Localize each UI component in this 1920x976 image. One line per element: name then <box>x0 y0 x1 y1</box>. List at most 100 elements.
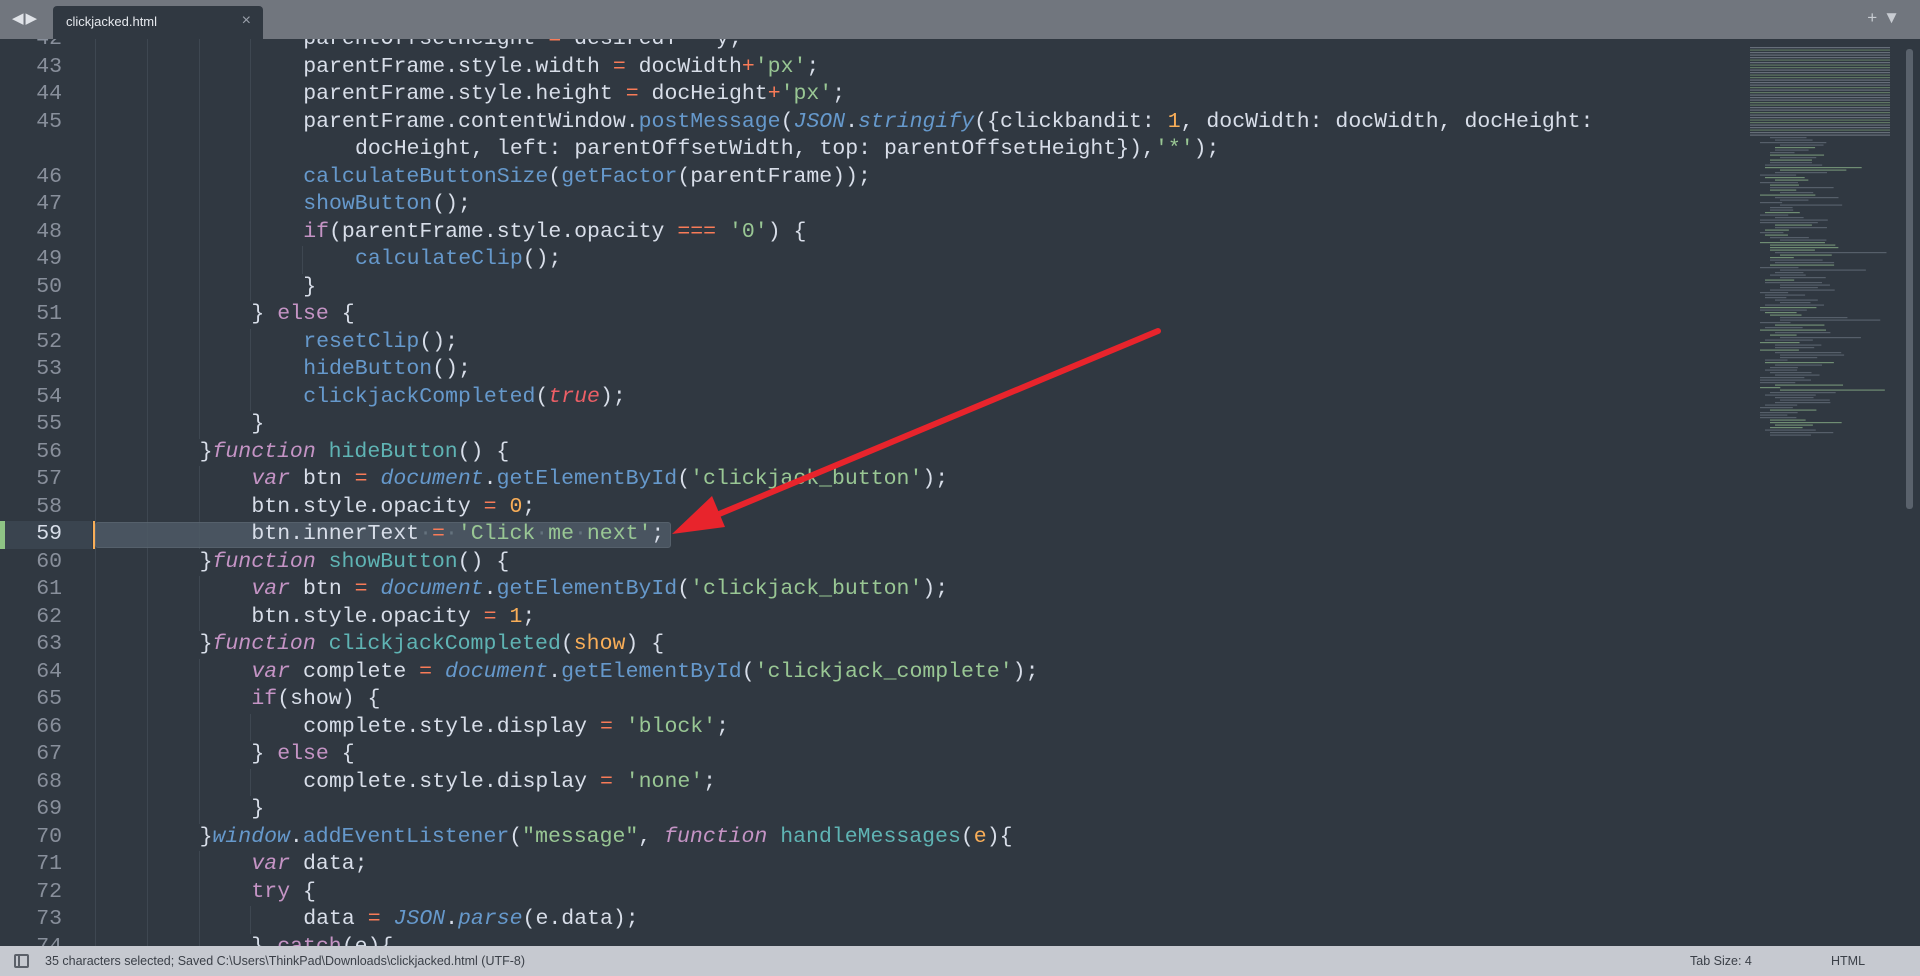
indent-guide <box>250 191 252 219</box>
indent-guide <box>146 851 148 879</box>
code-line[interactable]: 71 var data; <box>0 851 1740 879</box>
indent-guide <box>146 713 148 741</box>
code-line[interactable]: 56}function hideButton() { <box>0 438 1740 466</box>
syntax-indicator[interactable]: HTML <box>1831 954 1865 968</box>
minimap-line <box>1770 244 1836 246</box>
minimap-line <box>1775 364 1823 366</box>
minimap-line <box>1750 82 1890 84</box>
nav-forward-icon[interactable]: ▶ <box>26 10 40 27</box>
code-token: parentFrame.style.width <box>303 54 613 79</box>
panel-toggle-icon[interactable] <box>14 954 29 968</box>
tab-size-indicator[interactable]: Tab Size: 4 <box>1690 954 1752 968</box>
code-line[interactable]: docHeight, left: parentOffsetWidth, top:… <box>0 136 1740 164</box>
code-token: } <box>251 302 278 326</box>
indent-guide <box>146 878 148 906</box>
code-line[interactable]: 59 btn.innerText·=·'Click·me·next'; <box>0 521 1740 549</box>
indent-guide <box>198 686 200 714</box>
code-token: else <box>277 742 329 766</box>
code-line[interactable]: 43 parentFrame.style.width = docWidth+'px… <box>0 53 1740 81</box>
indent-guide <box>95 136 96 164</box>
code-line[interactable]: 70}window.addEventListener("message", fu… <box>0 823 1740 852</box>
code-line[interactable]: 58 btn.style.opacity = 0; <box>0 493 1740 521</box>
code-line[interactable]: 68 complete.style.display = 'none'; <box>0 768 1740 796</box>
line-number: 60 <box>36 549 62 574</box>
new-tab-icon[interactable]: + <box>1867 8 1883 27</box>
code-token: } <box>251 412 265 436</box>
minimap-line <box>1780 389 1885 391</box>
code-line[interactable]: 48 if(parentFrame.style.opacity === '0') … <box>0 218 1740 246</box>
minimap-line <box>1770 427 1803 429</box>
indent-guide <box>146 356 148 384</box>
minimap-line <box>1765 282 1822 284</box>
indent-guide <box>95 383 96 411</box>
code-line[interactable]: 69} <box>0 796 1740 824</box>
indent-guide <box>198 53 200 81</box>
code-token: complete.style.display <box>303 714 600 739</box>
code-token: parse <box>458 907 523 931</box>
code-line[interactable]: 50} <box>0 273 1740 301</box>
code-line[interactable]: 67} else { <box>0 741 1740 769</box>
code-line[interactable]: 47 showButton(); <box>0 191 1740 219</box>
code-line[interactable]: 63}function clickjackCompleted(show) { <box>0 631 1740 659</box>
minimap-line <box>1775 149 1809 151</box>
indent-guide <box>250 39 252 54</box>
code-line[interactable]: 65 if(show) { <box>0 686 1740 714</box>
minimap-line <box>1760 414 1788 416</box>
minimap-line <box>1770 249 1815 251</box>
vertical-scrollbar[interactable] <box>1906 49 1913 509</box>
minimap-line <box>1770 334 1797 336</box>
indent-guide <box>198 741 200 769</box>
indent-guide <box>250 246 252 274</box>
code-line[interactable]: 54 clickjackCompleted(true); <box>0 383 1740 411</box>
code-line[interactable]: 57 var btn = document.getElementById('cli… <box>0 466 1740 494</box>
code-line[interactable]: 74} catch(e){ <box>0 933 1740 946</box>
code-line[interactable]: 44 parentFrame.style.height = docHeight+'… <box>0 81 1740 109</box>
minimap-line <box>1765 339 1813 341</box>
indent-guide <box>198 163 200 191</box>
indent-guide <box>146 686 148 714</box>
line-number: 48 <box>36 219 62 244</box>
minimap-line <box>1775 424 1813 426</box>
tab-actions: +▼ <box>1867 8 1906 28</box>
minimap-line <box>1770 184 1799 186</box>
tab-menu-icon[interactable]: ▼ <box>1883 8 1906 27</box>
minimap[interactable] <box>1750 47 1900 447</box>
indent-guide <box>95 163 96 191</box>
code-line[interactable]: 51} else { <box>0 301 1740 329</box>
code-line[interactable]: 66 complete.style.display = 'block'; <box>0 713 1740 741</box>
code-text: }window.addEventListener("message", func… <box>200 824 1013 852</box>
minimap-line <box>1770 259 1823 261</box>
code-line[interactable]: 53 hideButton(); <box>0 356 1740 384</box>
minimap-line <box>1780 284 1830 286</box>
indent-guide <box>95 328 96 356</box>
code-line[interactable]: 61 var btn = document.getElementById('cli… <box>0 576 1740 604</box>
indent-guide <box>95 81 96 109</box>
minimap-line <box>1760 292 1789 294</box>
code-line[interactable]: 64 var complete = document.getElementById… <box>0 658 1740 686</box>
code-lines: 42 parentOffsetHeight = desiredY - y; 43 pa… <box>0 39 1740 946</box>
close-tab-icon[interactable]: × <box>242 12 251 30</box>
code-token: 1 <box>1167 109 1181 134</box>
code-line[interactable]: 62 btn.style.opacity = 1; <box>0 603 1740 631</box>
code-line[interactable]: 45 parentFrame.contentWindow.postMessage(… <box>0 108 1740 136</box>
code-line[interactable]: 73 data = JSON.parse(e.data); <box>0 906 1740 934</box>
nav-back-icon[interactable]: ◀ <box>12 10 26 27</box>
minimap-line <box>1775 272 1804 274</box>
code-line[interactable]: 52 resetClip(); <box>0 328 1740 356</box>
minimap-line <box>1750 62 1890 64</box>
code-line[interactable]: 49 calculateClip(); <box>0 246 1740 274</box>
tab-clickjacked-html[interactable]: clickjacked.html × <box>53 6 263 39</box>
minimap-line <box>1765 164 1823 166</box>
code-token: calculateClip <box>355 247 523 271</box>
code-line[interactable]: 42 parentOffsetHeight = desiredY - y; <box>0 39 1740 54</box>
minimap-line <box>1770 422 1842 424</box>
code-line[interactable]: 46 calculateButtonSize(getFactor(parentFr… <box>0 163 1740 191</box>
indent-guide <box>146 328 148 356</box>
code-token: ); <box>1193 137 1220 161</box>
code-line[interactable]: 72 try { <box>0 878 1740 906</box>
code-editor[interactable]: 42 parentOffsetHeight = desiredY - y; 43 pa… <box>0 39 1920 946</box>
code-line[interactable]: 60}function showButton() { <box>0 548 1740 576</box>
code-line[interactable]: 55} <box>0 411 1740 439</box>
